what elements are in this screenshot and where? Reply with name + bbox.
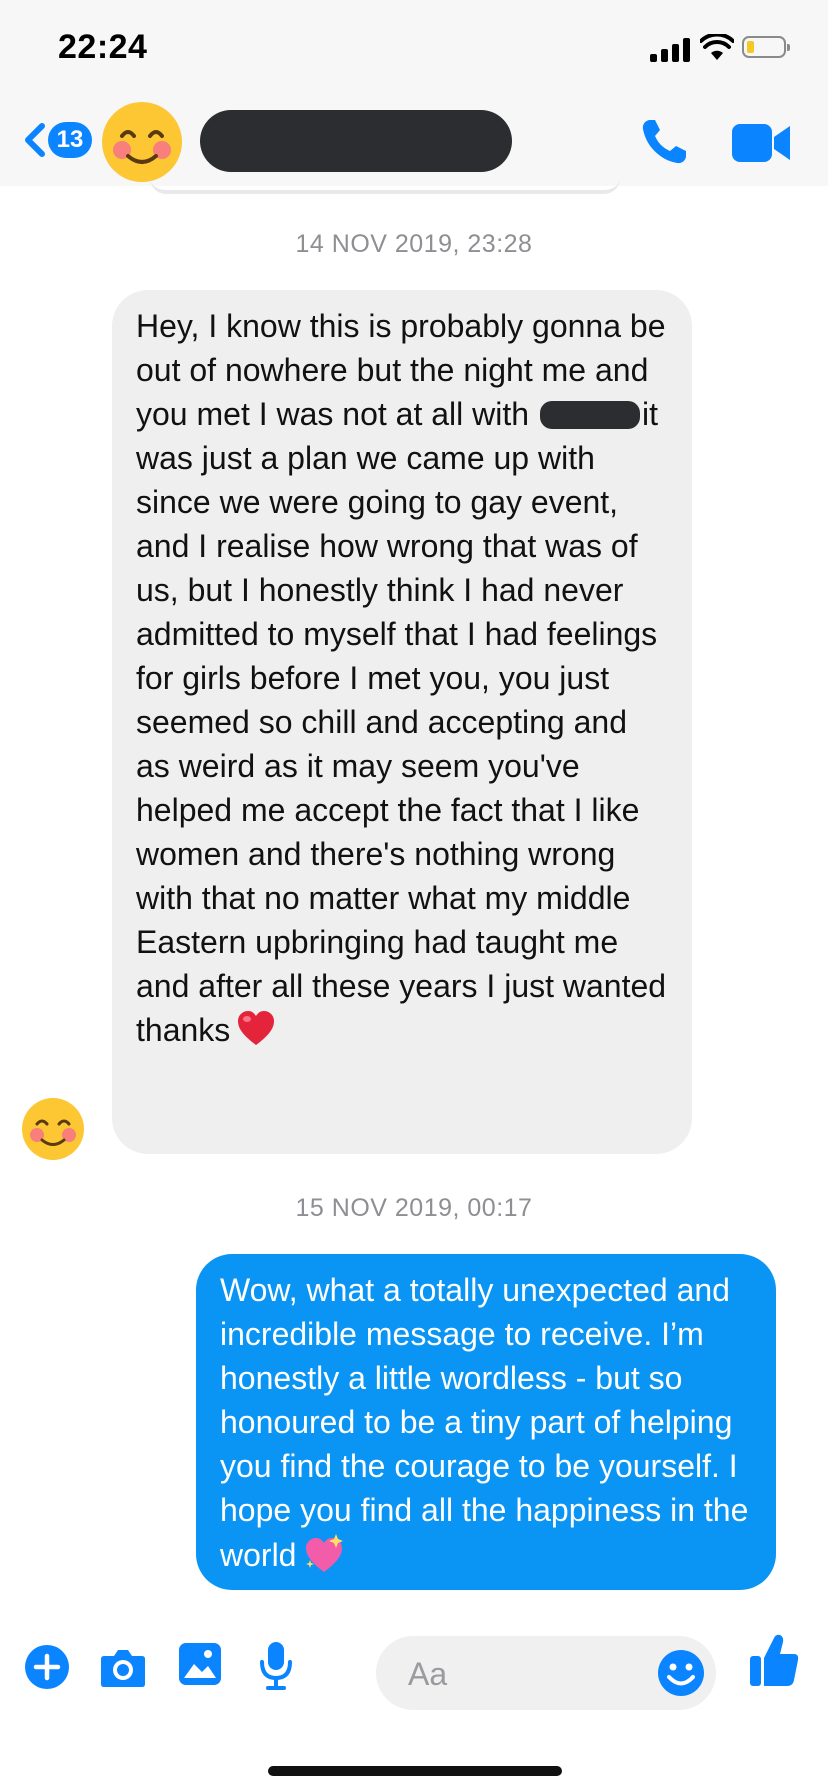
- camera-icon[interactable]: [100, 1646, 146, 1688]
- incoming-message-bubble[interactable]: Hey, I know this is probably gonna be ou…: [112, 290, 692, 1154]
- home-indicator[interactable]: [268, 1766, 562, 1776]
- message-input[interactable]: [406, 1636, 630, 1712]
- wifi-icon: [700, 34, 734, 60]
- status-bar: 22:24: [0, 0, 828, 90]
- thumbs-up-icon[interactable]: [748, 1632, 800, 1688]
- unread-count-badge: 13: [48, 122, 92, 158]
- cellular-signal-icon: [650, 38, 692, 62]
- message-input-container[interactable]: [376, 1636, 716, 1712]
- status-time: 22:24: [58, 28, 148, 66]
- message-text: it was just a plan we came up with since…: [136, 396, 667, 1048]
- message-timestamp: 14 NOV 2019, 23:28: [295, 230, 533, 258]
- video-call-icon[interactable]: [730, 118, 792, 168]
- battery-icon: [742, 36, 790, 58]
- photo-gallery-icon[interactable]: [178, 1642, 222, 1686]
- phone-call-icon[interactable]: [636, 114, 692, 170]
- plus-icon[interactable]: [24, 1644, 70, 1690]
- conversation-header: 13: [0, 90, 828, 186]
- redacted-name: [539, 401, 640, 429]
- emoji-icon[interactable]: [656, 1648, 706, 1698]
- contact-avatar[interactable]: [100, 100, 184, 184]
- message-timestamp: 15 NOV 2019, 00:17: [295, 1194, 533, 1222]
- outgoing-message-bubble[interactable]: Wow, what a totally unexpected and incre…: [196, 1254, 776, 1590]
- contact-name-redacted[interactable]: [200, 110, 512, 172]
- previous-message-edge: [150, 178, 620, 194]
- red-heart-icon: [238, 1011, 275, 1045]
- back-button[interactable]: 13: [22, 118, 92, 162]
- back-chevron-icon: [25, 123, 45, 157]
- sender-avatar[interactable]: [20, 1096, 86, 1162]
- microphone-icon[interactable]: [258, 1640, 294, 1692]
- message-text: Wow, what a totally unexpected and incre…: [220, 1272, 749, 1573]
- battery-level: [747, 41, 754, 53]
- sparkling-heart-icon: [306, 1534, 344, 1572]
